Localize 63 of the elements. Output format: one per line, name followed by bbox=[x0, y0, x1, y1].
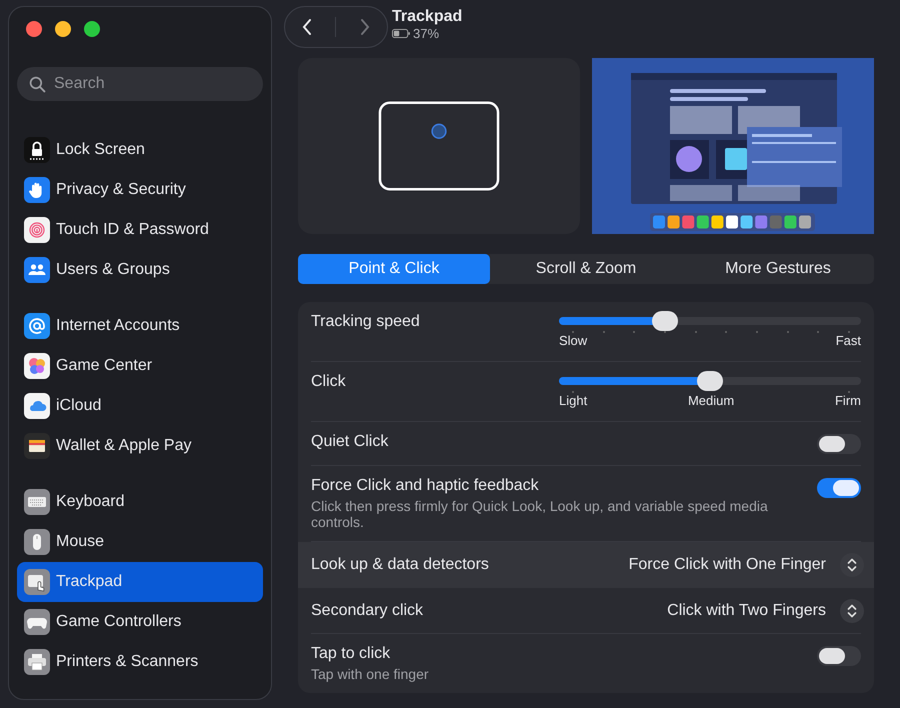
people-icon bbox=[24, 257, 50, 283]
battery-percentage: 37% bbox=[413, 26, 440, 40]
sidebar-item[interactable]: Lock Screen bbox=[17, 130, 263, 170]
sidebar-item[interactable]: Internet Accounts bbox=[17, 306, 263, 346]
slider-mark-label: Fast bbox=[836, 333, 861, 348]
slider-mark-label: Slow bbox=[559, 333, 588, 348]
sidebar-item[interactable]: Touch ID & Password bbox=[17, 210, 263, 250]
setting-label: Look up & data detectors bbox=[311, 556, 489, 574]
toggle-switch[interactable] bbox=[817, 434, 861, 454]
sidebar-item[interactable]: Users & Groups bbox=[17, 250, 263, 290]
sidebar-item[interactable]: Game Center bbox=[17, 346, 263, 386]
sidebar-item[interactable]: Keyboard bbox=[17, 482, 263, 522]
gamepad-icon bbox=[24, 609, 50, 635]
slider-thumb[interactable] bbox=[652, 311, 678, 331]
setting-label: Tap to click bbox=[311, 645, 392, 663]
sidebar-item[interactable]: Game Controllers bbox=[17, 602, 263, 642]
popup-value[interactable]: Force Click with One Finger bbox=[628, 556, 826, 574]
setting-label: Quiet Click bbox=[311, 433, 388, 451]
forward-chevron-icon bbox=[358, 17, 371, 37]
up-down-chevron-icon[interactable] bbox=[840, 598, 864, 622]
lock-icon bbox=[24, 137, 50, 163]
at-sign-icon bbox=[24, 313, 50, 339]
hand-icon bbox=[24, 177, 50, 203]
search-field[interactable]: Search bbox=[17, 67, 263, 101]
tab[interactable]: Scroll & Zoom bbox=[490, 254, 682, 284]
setting-label: Secondary click bbox=[311, 602, 424, 620]
sidebar-item[interactable]: iCloud bbox=[17, 386, 263, 426]
popup-value[interactable]: Click with Two Fingers bbox=[667, 602, 826, 620]
setting-description: Click then press firmly for Quick Look, Look up, and variable speed media controls. bbox=[311, 498, 769, 530]
cloud-icon bbox=[24, 393, 50, 419]
setting-description: Tap with one finger bbox=[311, 666, 430, 682]
sidebar-item[interactable]: Privacy & Security bbox=[17, 170, 263, 210]
toggle-switch[interactable] bbox=[817, 646, 861, 666]
wallet-icon bbox=[24, 433, 50, 459]
slider-track[interactable] bbox=[559, 311, 861, 331]
tab[interactable]: More Gestures bbox=[682, 254, 874, 284]
slider-mark-label: Light bbox=[559, 393, 588, 408]
sidebar-item[interactable]: Printers & Scanners bbox=[17, 642, 263, 682]
slider-mark-label: Firm bbox=[834, 393, 861, 408]
close-button[interactable] bbox=[26, 21, 42, 37]
sidebar-item[interactable]: Wallet & Apple Pay bbox=[17, 426, 263, 466]
toggle-switch[interactable] bbox=[817, 478, 861, 498]
zoom-button[interactable] bbox=[84, 21, 100, 37]
up-down-chevron-icon[interactable] bbox=[840, 552, 864, 576]
trackpad-icon bbox=[24, 569, 50, 595]
mouse-icon bbox=[24, 529, 50, 555]
sidebar-item[interactable]: Mouse bbox=[17, 522, 263, 562]
back-chevron-icon bbox=[301, 17, 314, 37]
sidebar-item[interactable]: Trackpad bbox=[17, 562, 263, 602]
page-title: Trackpad bbox=[392, 8, 462, 26]
slider-mark-label: Medium bbox=[688, 393, 734, 408]
battery-icon bbox=[392, 28, 410, 38]
keyboard-icon bbox=[24, 489, 50, 515]
tab[interactable]: Point & Click bbox=[298, 254, 490, 284]
slider-thumb[interactable] bbox=[697, 371, 723, 391]
slider-track[interactable] bbox=[559, 371, 861, 391]
setting-label: Click bbox=[311, 373, 346, 392]
fingerprint-icon bbox=[24, 217, 50, 243]
printer-icon bbox=[24, 649, 50, 675]
bubbles-icon bbox=[24, 353, 50, 379]
setting-label: Force Click and haptic feedback bbox=[311, 477, 540, 495]
minimize-button[interactable] bbox=[55, 21, 71, 37]
setting-label: Tracking speed bbox=[311, 313, 420, 332]
